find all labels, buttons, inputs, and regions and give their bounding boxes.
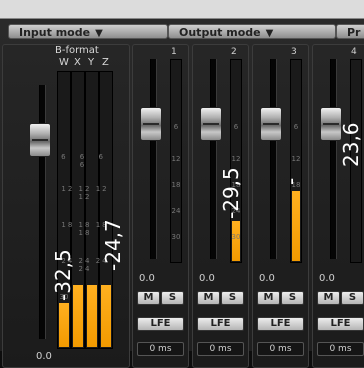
meter-y-fill <box>87 285 97 347</box>
bformat-tick-12: 12 12 12 12 <box>61 185 109 201</box>
output-3-fader-knob[interactable] <box>260 107 282 141</box>
output-strip-4: 4 23,6 0.0 M S LFE 0 ms <box>312 44 364 368</box>
out1-tick-24: 24 <box>171 207 181 215</box>
overlay-value: -29,5 <box>219 167 243 219</box>
lfe-button[interactable]: LFE <box>257 317 304 331</box>
chevron-down-icon: ▼ <box>95 28 103 39</box>
mute-button[interactable]: M <box>137 291 160 305</box>
output-mode-dropdown[interactable]: Output mode ▼ <box>168 24 336 39</box>
lfe-button[interactable]: LFE <box>317 317 364 331</box>
bformat-fader-knob[interactable] <box>29 123 51 157</box>
strip-number: 1 <box>171 47 177 57</box>
output-2-meter-fill <box>232 221 240 261</box>
out3-tick-12: 12 <box>291 155 301 163</box>
out2-tick-30: 30 <box>231 233 241 241</box>
strip-number: 2 <box>231 47 237 57</box>
solo-button[interactable]: S <box>161 291 184 305</box>
output-2-level: 0.0 <box>199 273 215 284</box>
lfe-button[interactable]: LFE <box>197 317 244 331</box>
mixer-panel: Input mode ▼ Output mode ▼ Pr B-format W X… <box>0 19 364 368</box>
meter-w-fill <box>59 303 69 347</box>
delay-field[interactable]: 0 ms <box>317 342 364 356</box>
channel-label-x: X <box>74 57 81 68</box>
bformat-level: 0.0 <box>36 351 52 362</box>
lfe-button[interactable]: LFE <box>137 317 184 331</box>
strip-number: 3 <box>291 47 297 57</box>
meter-z <box>99 71 113 349</box>
output-strip-1: 1 6 12 18 24 30 0.0 M S LFE 0 ms <box>132 44 189 368</box>
presets-button[interactable]: Pr <box>336 24 364 39</box>
meter-w <box>57 71 71 349</box>
overlay-value-z: -24,7 <box>101 219 125 271</box>
delay-field[interactable]: 0 ms <box>197 342 244 356</box>
channel-label-z: Z <box>102 57 109 68</box>
strip-number: 4 <box>351 47 357 57</box>
delay-field[interactable]: 0 ms <box>257 342 304 356</box>
out3-tick-6: 6 <box>293 123 299 131</box>
solo-button[interactable]: S <box>221 291 244 305</box>
output-3-level: 0.0 <box>259 273 275 284</box>
out1-tick-30: 30 <box>171 233 181 241</box>
solo-button[interactable]: S <box>341 291 364 305</box>
output-1-fader-track[interactable] <box>150 59 157 259</box>
overlay-value-w: -32,5 <box>51 249 75 301</box>
channel-label-y: Y <box>88 57 95 68</box>
mute-button[interactable]: M <box>197 291 220 305</box>
meter-y <box>85 71 99 349</box>
delay-field[interactable]: 0 ms <box>137 342 184 356</box>
channel-label-w: W <box>59 57 69 68</box>
output-2-fader-knob[interactable] <box>200 107 222 141</box>
output-4-level: 0.0 <box>319 273 335 284</box>
meter-x <box>71 71 85 349</box>
output-4-fader-track[interactable] <box>330 59 337 259</box>
output-strip-3: 3 6 12 18 - 0.0 M S LFE 0 ms <box>252 44 309 368</box>
bformat-title: B-format <box>55 45 99 56</box>
output-3-meter-fill <box>292 191 300 261</box>
output-3-fader-track[interactable] <box>270 59 277 259</box>
overlay-value: 23,6 <box>339 122 363 167</box>
bformat-strip: B-format W X Y Z 0.0 6 6 6 6 12 12 12 12… <box>2 44 130 368</box>
mute-button[interactable]: M <box>257 291 280 305</box>
output-strip-2: 2 6 12 18 24 30 -29,5 0.0 M S LFE 0 ms <box>192 44 249 368</box>
out1-tick-12: 12 <box>171 155 181 163</box>
out2-tick-6: 6 <box>233 123 239 131</box>
window-top-edge <box>0 0 364 19</box>
output-2-fader-track[interactable] <box>210 59 217 259</box>
input-mode-label: Input mode <box>19 26 91 39</box>
bformat-tick-6: 6 6 6 6 <box>61 153 109 169</box>
out1-tick-18: 18 <box>171 181 181 189</box>
output-1-fader-knob[interactable] <box>140 107 162 141</box>
mode-toolbar: Input mode ▼ Output mode ▼ Pr <box>0 21 364 41</box>
meter-z-fill <box>101 285 111 347</box>
output-1-level: 0.0 <box>139 273 155 284</box>
input-mode-dropdown[interactable]: Input mode ▼ <box>8 24 168 39</box>
solo-button[interactable]: S <box>281 291 304 305</box>
mute-button[interactable]: M <box>317 291 340 305</box>
out2-tick-12: 12 <box>231 155 241 163</box>
overlay-value: - <box>279 177 303 185</box>
chevron-down-icon: ▼ <box>265 28 274 39</box>
output-mode-label: Output mode <box>179 26 261 39</box>
out1-tick-6: 6 <box>173 123 179 131</box>
presets-label: Pr <box>347 26 361 39</box>
